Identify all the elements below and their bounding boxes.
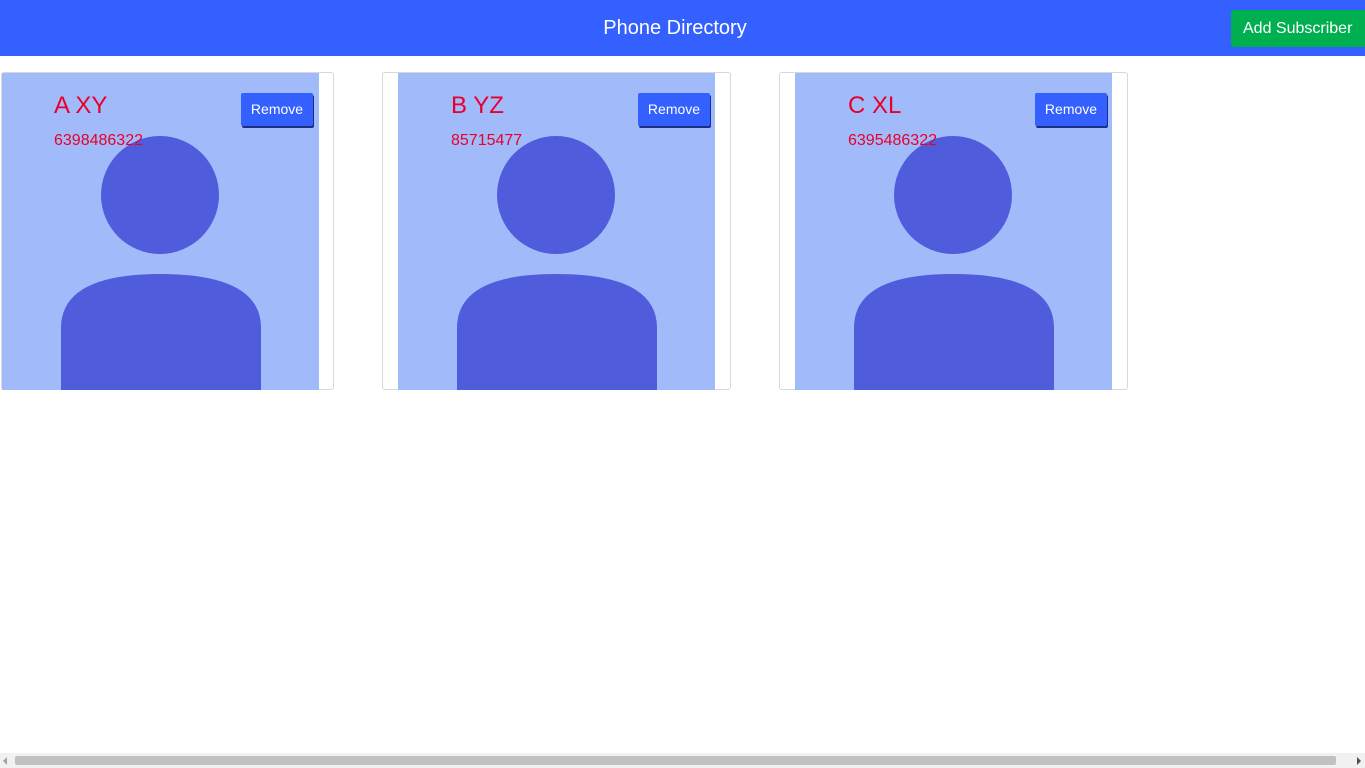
- remove-button[interactable]: Remove: [241, 93, 313, 126]
- app-header: Phone Directory Add Subscriber: [0, 0, 1365, 56]
- subscriber-name: B YZ: [451, 92, 504, 119]
- remove-button[interactable]: Remove: [1035, 93, 1107, 126]
- subscriber-phone: 6398486322: [54, 132, 143, 149]
- subscriber-card: B YZ 85715477 Remove: [382, 72, 731, 390]
- scroll-left-arrow-icon[interactable]: [3, 757, 7, 765]
- scrollbar-thumb[interactable]: [15, 756, 1336, 765]
- scroll-right-arrow-icon[interactable]: [1357, 757, 1361, 765]
- subscriber-phone: 85715477: [451, 132, 523, 149]
- add-subscriber-button[interactable]: Add Subscriber: [1231, 10, 1365, 47]
- subscriber-card: C XL 6395486322 Remove: [779, 72, 1128, 390]
- subscriber-name: A XY: [54, 92, 108, 119]
- subscriber-phone: 6395486322: [848, 132, 937, 149]
- page-title: Phone Directory: [603, 17, 747, 39]
- horizontal-scrollbar[interactable]: [0, 753, 1365, 768]
- remove-button[interactable]: Remove: [638, 93, 710, 126]
- subscriber-name: C XL: [848, 92, 902, 119]
- subscriber-card: A XY 6398486322 Remove: [1, 72, 334, 390]
